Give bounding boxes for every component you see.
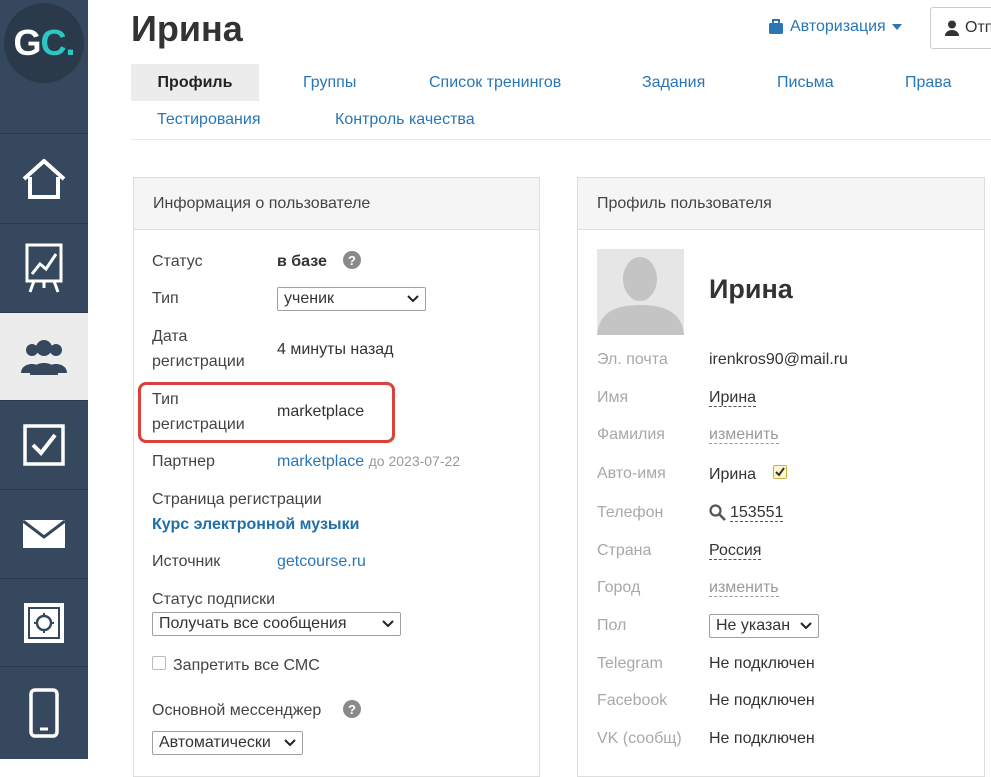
country-value[interactable]: Россия [709,542,762,560]
briefcase-icon [769,19,783,34]
sidebar-item-home[interactable] [0,133,88,223]
first-name-label: Имя [597,389,629,406]
type-label: Тип [152,290,179,307]
messenger-label: Основной мессенджер [152,702,322,719]
chevron-down-icon [407,295,419,303]
sidebar-item-mobile[interactable] [0,666,88,759]
tab-profile[interactable]: Профиль [131,64,259,101]
gender-select[interactable]: Не указан [709,614,819,638]
caret-down-icon [891,24,902,30]
logo-letter-g: G [13,22,41,63]
logo-mark: GC. [4,3,84,83]
phone-icon [29,688,59,738]
users-icon [21,339,67,375]
partner-link[interactable]: marketplace [277,453,364,470]
reg-page-link[interactable]: Курс электронной музыки [152,512,359,537]
tabs-divider [131,139,991,140]
subscription-select-value: Получать все сообщения [159,615,347,632]
sidebar-item-statistics[interactable] [0,223,88,312]
page-title: Ирина [131,8,243,49]
first-name-value[interactable]: Ирина [709,389,757,407]
status-value: в базе [277,253,327,270]
user-info-heading: Информация о пользователе [134,178,539,230]
phone-value[interactable]: 153551 [730,504,784,522]
chevron-down-icon [800,622,812,630]
messenger-select-value: Автоматически [159,734,271,751]
subscription-label: Статус подписки [152,591,276,608]
logo-letter-c: C [40,22,67,63]
check-icon [775,467,785,477]
chart-board-icon [25,243,63,293]
tab-rights[interactable]: Права [905,64,952,101]
reg-date-label-line1: Дата [152,328,188,345]
block-sms-label: Запретить все СМС [173,657,320,674]
facebook-value: Не подключен [709,692,815,709]
top-action-label: Отп [965,19,991,36]
gender-select-value: Не указан [716,617,791,634]
chevron-down-icon [382,620,394,628]
tab-testing[interactable]: Тестирования [157,101,261,138]
checkbox-icon [23,424,65,466]
auth-label: Авторизация [790,18,886,35]
city-edit-link[interactable]: изменить [709,579,779,597]
last-name-label: Фамилия [597,426,665,443]
user-icon [945,20,959,36]
auto-name-checkbox[interactable] [773,465,787,479]
reg-page-label: Страница регистрации [152,491,322,508]
avatar-placeholder-icon [597,249,684,335]
mail-icon [22,519,66,548]
messenger-select[interactable]: Автоматически [152,731,303,755]
email-label: Эл. почта [597,351,668,368]
search-icon[interactable] [709,504,726,521]
gender-label: Пол [597,617,627,634]
sidebar-item-tasks[interactable] [0,400,88,489]
last-name-edit-link[interactable]: изменить [709,426,779,444]
block-sms-checkbox[interactable] [152,656,166,670]
telegram-label: Telegram [597,655,663,672]
home-icon [22,158,66,199]
phone-label: Телефон [597,504,664,521]
vk-label: VK (сообщ) [597,730,682,747]
safe-icon [24,602,64,643]
reg-date-value: 4 минуты назад [277,341,394,358]
help-icon[interactable]: ? [343,700,361,718]
help-icon[interactable]: ? [343,251,361,269]
partner-label: Партнер [152,453,215,470]
reg-type-highlight [138,382,395,443]
source-link[interactable]: getcourse.ru [277,549,366,574]
reg-date-label-line2: регистрации [152,353,245,370]
sidebar-item-messages[interactable] [0,489,88,578]
tab-letters[interactable]: Письма [777,64,834,101]
city-label: Город [597,579,641,596]
source-label: Источник [152,553,221,570]
auto-name-value: Ирина [709,466,757,483]
partner-until: до 2023-07-22 [368,453,461,469]
auth-dropdown[interactable]: Авторизация [768,18,902,36]
logo-dot: . [65,22,76,63]
sidebar: GC. [0,0,88,759]
vk-value: Не подключен [709,730,815,747]
subscription-select[interactable]: Получать все сообщения [152,612,401,636]
type-select[interactable]: ученик [277,287,426,311]
email-value: irenkros90@mail.ru [709,351,848,368]
tab-quality-control[interactable]: Контроль качества [335,101,475,138]
country-label: Страна [597,542,652,559]
facebook-label: Facebook [597,692,668,709]
auto-name-label: Авто-имя [597,465,666,482]
user-profile-heading: Профиль пользователя [578,178,984,230]
tab-trainings[interactable]: Список тренингов [429,64,561,101]
telegram-value: Не подключен [709,655,815,672]
chevron-down-icon [284,739,296,747]
profile-name: Ирина [709,274,793,304]
logo[interactable]: GC. [4,0,84,86]
type-select-value: ученик [284,290,335,307]
tab-groups[interactable]: Группы [303,64,356,101]
sidebar-item-safe[interactable] [0,578,88,666]
tab-tasks[interactable]: Задания [642,64,705,101]
status-label: Статус [152,253,203,270]
avatar[interactable] [597,249,684,335]
sidebar-item-users[interactable] [0,312,88,400]
top-action-button[interactable]: Отп [930,7,991,49]
